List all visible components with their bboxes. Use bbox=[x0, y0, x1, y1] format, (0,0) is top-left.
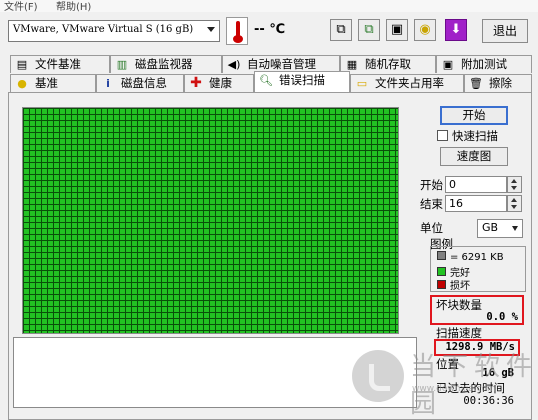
menu-bar: 文件(F) 帮助(H) bbox=[0, 0, 538, 12]
legend-block-size: = 6291 KB bbox=[437, 251, 504, 263]
magnifier-icon: 🔍︎ bbox=[259, 74, 273, 87]
legend-swatch-damaged bbox=[437, 280, 446, 289]
tab-label: 文件基准 bbox=[35, 57, 81, 71]
tab-label: 健康 bbox=[209, 76, 232, 90]
tab-benchmark[interactable]: ● 基准 bbox=[10, 74, 96, 92]
tab-folder-usage[interactable]: ▭ 文件夹占用率 bbox=[350, 74, 464, 92]
copy-alt-button[interactable]: ⧉ bbox=[358, 19, 380, 41]
legend-damaged: 损坏 bbox=[437, 277, 470, 292]
copy-icon: ⧉ bbox=[336, 22, 346, 37]
tab-label: 基准 bbox=[35, 76, 58, 90]
spin-down-icon bbox=[511, 186, 517, 190]
legend-block-text: = 6291 KB bbox=[450, 252, 504, 263]
speed-map-button[interactable]: 速度图 bbox=[440, 147, 508, 166]
tab-disk-info[interactable]: i 磁盘信息 bbox=[96, 74, 184, 92]
tab-label: 文件夹占用率 bbox=[375, 76, 444, 90]
drive-select-value: VMware, VMware Virtual S (16 gB) bbox=[13, 24, 194, 35]
spin-up-icon bbox=[511, 198, 517, 202]
copy-button[interactable]: ⧉ bbox=[330, 19, 352, 41]
bulb-icon: ● bbox=[17, 77, 27, 90]
tab-label: 磁盘信息 bbox=[121, 76, 167, 90]
monitor-icon: ▥ bbox=[116, 58, 128, 71]
end-position-input[interactable]: 16 bbox=[445, 195, 507, 212]
quick-scan-checkbox[interactable] bbox=[437, 130, 448, 141]
legend-swatch-ok bbox=[437, 267, 446, 276]
thermometer-icon bbox=[226, 17, 248, 45]
document-icon: ▤ bbox=[16, 58, 28, 71]
tab-disk-monitor[interactable]: ▥ 磁盘监视器 bbox=[110, 55, 222, 73]
tab-extra-tests[interactable]: ▣ 附加测试 bbox=[436, 55, 532, 73]
tab-random-access[interactable]: ▦ 随机存取 bbox=[340, 55, 436, 73]
copy-alt-icon: ⧉ bbox=[364, 22, 374, 37]
tab-error-scan[interactable]: 🔍︎ 错误扫描 bbox=[254, 71, 350, 92]
legend-swatch-block bbox=[437, 251, 446, 260]
tab-label: 自动噪音管理 bbox=[247, 57, 316, 71]
tab-file-benchmark[interactable]: ▤ 文件基准 bbox=[10, 55, 110, 73]
drive-select[interactable]: VMware, VMware Virtual S (16 gB) bbox=[8, 20, 220, 42]
bad-blocks-box: 坏块数量 0.0 % bbox=[430, 295, 524, 325]
unit-label: 单位 bbox=[420, 221, 443, 235]
menu-file[interactable]: 文件(F) bbox=[4, 0, 38, 12]
chevron-down-icon bbox=[512, 226, 518, 231]
start-position-input[interactable]: 0 bbox=[445, 176, 507, 193]
temperature-readout: -- ℃ bbox=[254, 22, 286, 37]
end-spinner[interactable] bbox=[507, 195, 522, 212]
tab-health[interactable]: ✚ 健康 bbox=[184, 74, 254, 92]
menu-help[interactable]: 帮助(H) bbox=[56, 0, 91, 12]
bad-blocks-value: 0.0 % bbox=[486, 311, 518, 323]
tab-label: 随机存取 bbox=[365, 57, 411, 71]
save-button[interactable]: ◉ bbox=[414, 19, 436, 41]
watermark-text: 当下软件园 bbox=[410, 352, 538, 419]
tab-label: 错误扫描 bbox=[279, 73, 325, 87]
tab-label: 附加测试 bbox=[461, 57, 507, 71]
quick-scan-label: 快速扫描 bbox=[452, 129, 498, 143]
speaker-icon: ◀) bbox=[227, 58, 241, 71]
end-position-label: 结束 bbox=[420, 197, 443, 211]
bad-blocks-label: 坏块数量 bbox=[436, 298, 482, 312]
extra-test-icon: ▣ bbox=[442, 58, 454, 71]
watermark: 当下软件园 www.downxia.com bbox=[352, 344, 538, 419]
legend-damaged-text: 损坏 bbox=[450, 281, 470, 292]
start-position-label: 开始 bbox=[420, 178, 443, 192]
unit-select[interactable]: GB bbox=[477, 219, 523, 238]
spin-up-icon bbox=[511, 179, 517, 183]
screenshot-button[interactable]: ▣ bbox=[386, 19, 408, 41]
tab-label: 擦除 bbox=[489, 76, 512, 90]
watermark-url: www.downxia.com bbox=[412, 384, 496, 394]
watermark-logo-icon bbox=[352, 350, 404, 402]
folder-icon: ▭ bbox=[356, 77, 368, 90]
download-arrow-icon: ⬇ bbox=[450, 22, 462, 37]
scan-block-map bbox=[22, 107, 399, 334]
download-button[interactable]: ⬇ bbox=[445, 19, 467, 41]
exit-button[interactable]: 退出 bbox=[482, 19, 528, 43]
trash-icon: 🗑︎ bbox=[469, 77, 483, 90]
start-button[interactable]: 开始 bbox=[440, 106, 508, 125]
start-spinner[interactable] bbox=[507, 176, 522, 193]
unit-select-value: GB bbox=[482, 221, 499, 234]
info-icon: i bbox=[106, 77, 110, 90]
legend: = 6291 KB 完好 损坏 bbox=[430, 246, 526, 292]
tab-erase[interactable]: 🗑︎ 擦除 bbox=[464, 74, 532, 92]
chevron-down-icon bbox=[207, 27, 215, 32]
save-disk-icon: ◉ bbox=[419, 22, 431, 37]
health-cross-icon: ✚ bbox=[190, 75, 202, 91]
tab-label: 磁盘监视器 bbox=[135, 57, 193, 71]
camera-icon: ▣ bbox=[390, 22, 404, 37]
spin-down-icon bbox=[511, 205, 517, 209]
